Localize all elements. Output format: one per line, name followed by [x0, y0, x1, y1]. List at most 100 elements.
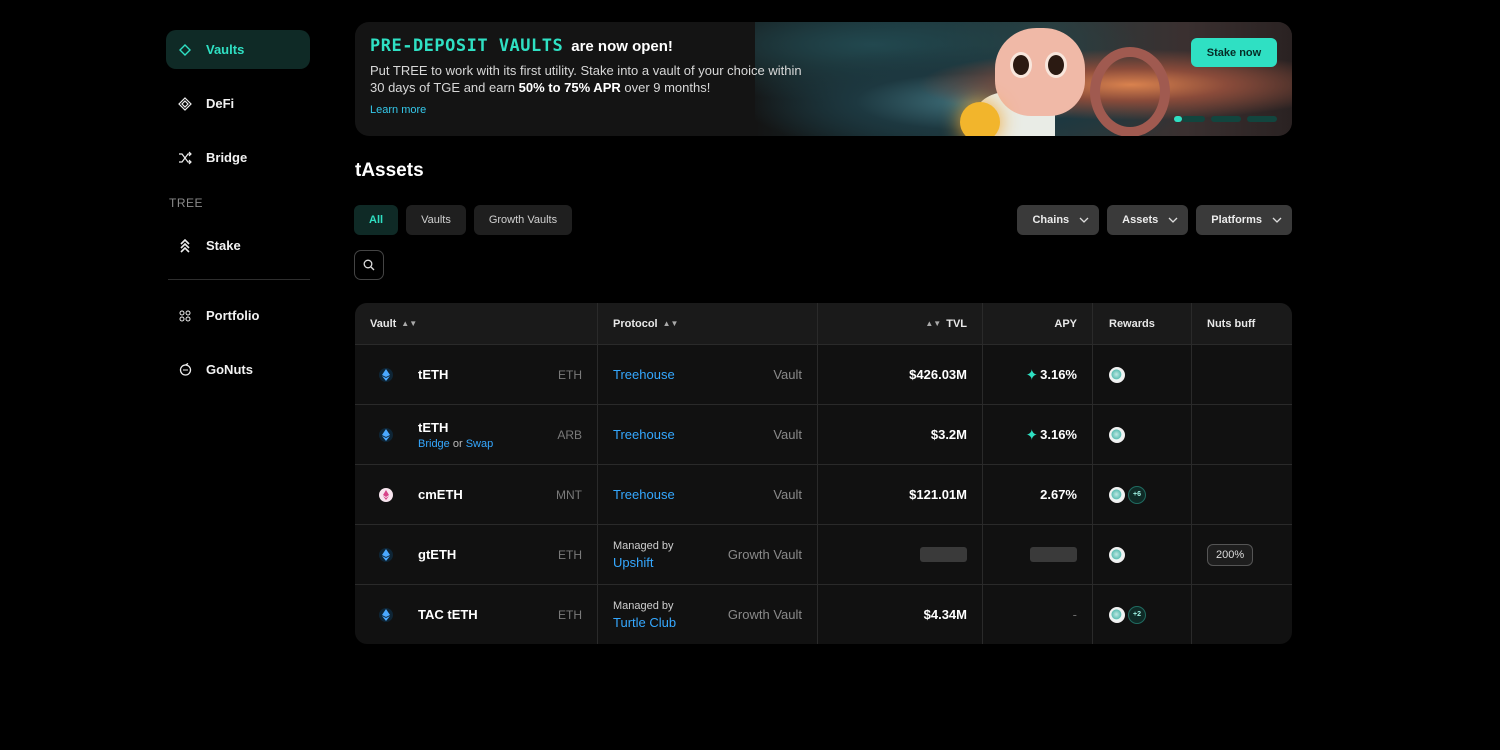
sidebar-item-label: GoNuts	[206, 362, 253, 377]
carousel-dot[interactable]	[1247, 116, 1277, 122]
tab-vaults[interactable]: Vaults	[406, 205, 466, 235]
eth-token-icon	[379, 367, 393, 382]
protocol-link[interactable]: Treehouse	[613, 427, 675, 442]
nuts-buff-badge: 200%	[1207, 543, 1254, 566]
apy-value: ✦ 3.16%	[1025, 426, 1077, 444]
shuffle-icon	[177, 150, 193, 166]
vault-type: Growth Vault	[727, 547, 802, 562]
header-tvl[interactable]: ▲▼ TVL	[818, 303, 983, 344]
vault-type: Vault	[773, 367, 802, 382]
eth-token-icon	[379, 607, 393, 622]
table-header: Vault ▲▼ Protocol ▲▼ ▲▼ TVL APY Rewards Nut…	[355, 303, 1292, 344]
bridge-link[interactable]: Bridge	[418, 438, 450, 450]
reward-token-icon[interactable]	[1109, 426, 1125, 443]
sidebar: Vaults DeFi Bridge TREE Stake Portfolio …	[166, 30, 310, 389]
vault-name: tETH	[418, 367, 449, 382]
sort-icon: ▲▼	[662, 319, 679, 328]
tvl-value: $4.34M	[923, 607, 967, 622]
extra-rewards-badge[interactable]: +2	[1128, 605, 1146, 624]
sidebar-item-stake[interactable]: Stake	[166, 226, 310, 265]
sidebar-item-label: Vaults	[206, 42, 245, 57]
search-icon	[363, 259, 375, 271]
tab-all[interactable]: All	[354, 205, 399, 235]
carousel-dot[interactable]	[1174, 116, 1182, 122]
vaults-table: Vault ▲▼ Protocol ▲▼ ▲▼ TVL APY Rewards Nut…	[355, 303, 1292, 644]
vault-name: cmETH	[418, 487, 463, 502]
chain-label: MNT	[556, 487, 582, 502]
promo-banner: PRE-DEPOSIT VAULTS are now open! Put TRE…	[355, 22, 1292, 136]
diamond-icon	[177, 42, 193, 58]
sidebar-item-vaults[interactable]: Vaults	[166, 30, 310, 69]
search-button[interactable]	[354, 250, 384, 280]
chain-label: ETH	[558, 547, 582, 562]
grid-icon	[177, 308, 193, 324]
reward-token-icon[interactable]	[1109, 366, 1125, 383]
filter-bar: Chains Assets Platforms	[1017, 205, 1292, 235]
header-vault[interactable]: Vault ▲▼	[355, 303, 598, 344]
vault-type: Growth Vault	[727, 607, 802, 622]
swap-link[interactable]: Swap	[466, 438, 494, 450]
eth-token-icon	[379, 547, 393, 562]
learn-more-link[interactable]: Learn more	[370, 104, 426, 116]
extra-rewards-badge[interactable]: +6	[1128, 485, 1146, 504]
carousel-dots	[1174, 116, 1277, 122]
sidebar-item-gonuts[interactable]: GoNuts	[166, 350, 310, 389]
chain-label: ETH	[558, 367, 582, 382]
sidebar-item-label: DeFi	[206, 96, 235, 111]
banner-title-rest: are now open!	[571, 38, 673, 55]
stake-icon	[177, 238, 193, 254]
vault-name: TAC tETH	[418, 607, 478, 622]
managed-by-label: Managed by	[613, 599, 674, 612]
tvl-value: $121.01M	[909, 487, 967, 502]
table-row[interactable]: tETH Bridge or Swap ARB Treehouse Vault …	[355, 404, 1292, 464]
stake-now-button[interactable]: Stake now	[1191, 38, 1277, 67]
reward-token-icon[interactable]	[1109, 486, 1125, 503]
apy-value: 2.67%	[1040, 487, 1077, 502]
protocol-link[interactable]: Upshift	[613, 555, 674, 570]
carousel-dot[interactable]	[1182, 116, 1205, 122]
sidebar-divider	[168, 279, 310, 280]
banner-description: Put TREE to work with its first utility.…	[370, 63, 802, 95]
sidebar-item-defi[interactable]: DeFi	[166, 84, 310, 123]
protocol-link[interactable]: Treehouse	[613, 487, 675, 502]
assets-filter[interactable]: Assets	[1107, 205, 1189, 235]
tab-growth-vaults[interactable]: Growth Vaults	[473, 205, 573, 235]
chains-filter[interactable]: Chains	[1017, 205, 1100, 235]
protocol-link[interactable]: Treehouse	[613, 367, 675, 382]
reward-token-icon[interactable]	[1109, 606, 1125, 623]
sparkle-icon: ✦	[1025, 426, 1039, 444]
defi-icon	[177, 96, 193, 112]
apy-loading-skeleton	[1030, 547, 1077, 562]
tvl-value: $426.03M	[909, 367, 967, 382]
sidebar-item-portfolio[interactable]: Portfolio	[166, 296, 310, 335]
vault-type-tabs: All Vaults Growth Vaults	[354, 205, 573, 235]
managed-by-label: Managed by	[613, 539, 674, 552]
apy-value: ✦ 3.16%	[1025, 366, 1077, 384]
reward-token-icon[interactable]	[1109, 546, 1125, 563]
table-row[interactable]: TAC tETH ETH Managed by Turtle Club Grow…	[355, 584, 1292, 644]
vault-type: Vault	[773, 487, 802, 502]
platforms-filter[interactable]: Platforms	[1196, 205, 1292, 235]
table-row[interactable]: gtETH ETH Managed by Upshift Growth Vaul…	[355, 524, 1292, 584]
vault-name: tETH	[418, 419, 449, 435]
sparkle-icon: ✦	[1025, 366, 1039, 384]
sidebar-item-bridge[interactable]: Bridge	[166, 138, 310, 177]
banner-title: PRE-DEPOSIT VAULTS are now open!	[370, 36, 673, 56]
table-row[interactable]: tETH ETH Treehouse Vault $426.03M ✦ 3.16%	[355, 344, 1292, 404]
sidebar-item-label: Stake	[206, 238, 241, 253]
chevron-down-icon	[1272, 217, 1282, 223]
vault-name: gtETH	[418, 547, 457, 562]
sidebar-item-label: Portfolio	[206, 308, 260, 323]
page-title: tAssets	[355, 160, 424, 181]
eth-token-icon	[379, 427, 393, 442]
header-protocol[interactable]: Protocol ▲▼	[598, 303, 818, 344]
chain-label: ETH	[558, 607, 582, 622]
sort-icon: ▲▼	[925, 319, 942, 328]
header-apy[interactable]: APY	[983, 303, 1093, 344]
chevron-down-icon	[1168, 217, 1178, 223]
chevron-down-icon	[1079, 217, 1089, 223]
carousel-dot[interactable]	[1211, 116, 1241, 122]
protocol-link[interactable]: Turtle Club	[613, 615, 676, 630]
chain-label: ARB	[557, 427, 582, 442]
table-row[interactable]: cmETH MNT Treehouse Vault $121.01M 2.67%…	[355, 464, 1292, 524]
